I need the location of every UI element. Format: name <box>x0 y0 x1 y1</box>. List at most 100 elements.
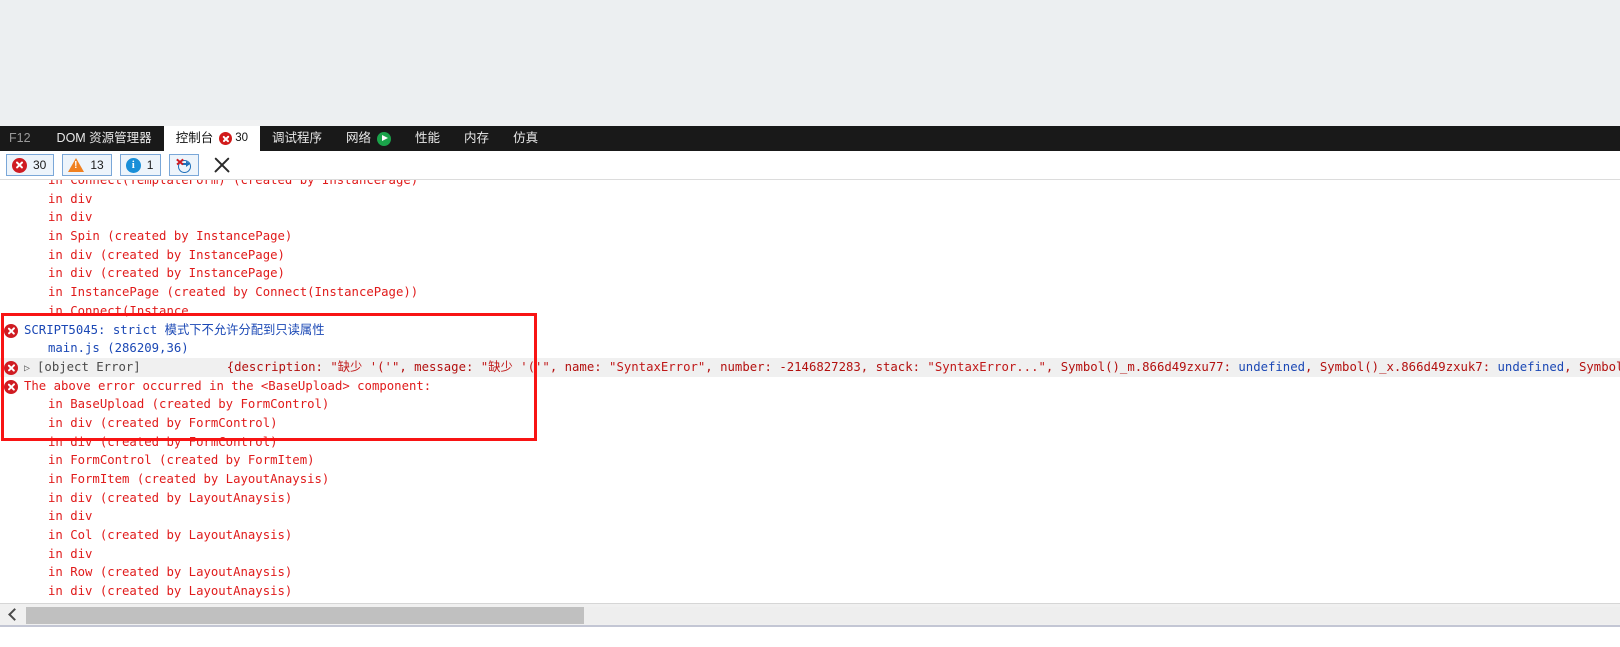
object-token: "SyntaxError..." <box>927 359 1046 374</box>
console-row-text: in div (created by InstancePage) <box>48 247 285 262</box>
object-token: "缺少 '('" <box>480 359 550 374</box>
console-row[interactable]: in div (created by LayoutAnaysis) <box>0 582 1620 601</box>
console-row-text: in BaseUpload (created by FormControl) <box>48 397 330 412</box>
warning-filter-button[interactable]: 13 <box>62 154 112 176</box>
object-token: undefined <box>1497 359 1565 374</box>
console-row-text: in div (created by LayoutAnaysis) <box>48 490 293 505</box>
tab-5[interactable]: 内存 <box>452 126 501 151</box>
tab-label: 仿真 <box>513 131 539 145</box>
console-row[interactable]: in div <box>0 507 1620 526</box>
object-token: , message: <box>399 359 481 374</box>
tab-label: DOM 资源管理器 <box>56 131 152 145</box>
console-row-text: in div (created by LayoutAnaysis) <box>48 584 293 599</box>
console-row-text: in div (created by InstancePage) <box>48 266 285 281</box>
console-row[interactable]: in Spin (created by InstancePage) <box>0 227 1620 246</box>
console-row[interactable]: in div <box>0 190 1620 209</box>
console-row-text: The above error occurred in the <BaseUpl… <box>24 378 432 393</box>
console-row[interactable]: SCRIPT5045: strict 模式下不允许分配到只读属性 <box>0 321 1620 340</box>
console-row-text: in div <box>48 509 93 524</box>
window-bottom-strip <box>0 625 1620 647</box>
console-row-text: in InstancePage (created by Connect(Inst… <box>48 285 419 300</box>
console-toolbar: 30 13 1 <box>0 151 1620 179</box>
clear-console-button[interactable] <box>209 153 235 177</box>
toggle-messages-button[interactable] <box>169 154 200 176</box>
console-row-text: in FormControl (created by FormItem) <box>48 453 315 468</box>
console-row[interactable]: The above error occurred in the <BaseUpl… <box>0 377 1620 396</box>
info-filter-button[interactable]: 1 <box>119 154 162 176</box>
console-row-text: in Connect(Instance <box>48 303 189 318</box>
console-row[interactable]: in div (created by FormControl) <box>0 433 1620 452</box>
object-token: undefined <box>1238 359 1306 374</box>
f12-label: F12 <box>9 131 31 145</box>
console-row[interactable]: in Connect(Instance <box>0 302 1620 321</box>
tab-label: 调试程序 <box>272 131 323 145</box>
play-icon <box>377 131 392 146</box>
tab-2[interactable]: 调试程序 <box>260 126 334 151</box>
console-row-text: in Connect(TemplateForm) (created by Ins… <box>48 179 419 187</box>
error-icon <box>219 132 233 145</box>
horizontal-scrollbar[interactable] <box>0 603 1620 626</box>
object-token: , stack: <box>860 359 928 374</box>
console-row-text: in div (created by FormControl) <box>48 434 278 449</box>
object-token: "缺少 '('" <box>330 359 400 374</box>
info-icon <box>125 157 141 173</box>
console-row[interactable]: in div (created by FormControl) <box>0 414 1620 433</box>
console-row[interactable]: in FormItem (created by LayoutAnaysis) <box>0 470 1620 489</box>
tab-4[interactable]: 性能 <box>403 126 452 151</box>
console-row[interactable]: main.js (286209,36) <box>0 339 1620 358</box>
console-row-text: main.js (286209,36) <box>48 341 189 356</box>
scrollbar-track[interactable] <box>584 606 1620 624</box>
console-row-text: in Spin (created by InstancePage) <box>48 229 293 244</box>
console-row-text: in div <box>48 210 93 225</box>
tab-0[interactable]: DOM 资源管理器 <box>45 126 164 151</box>
console-row[interactable]: in BaseUpload (created by FormControl) <box>0 395 1620 414</box>
tab-label: 性能 <box>415 131 441 145</box>
tab-label: 控制台 <box>175 131 214 145</box>
object-token: , number: <box>705 359 780 374</box>
page-backdrop-inner <box>0 0 1570 120</box>
tab-3[interactable]: 网络 <box>334 126 403 151</box>
info-count: 1 <box>146 158 154 172</box>
console-row[interactable]: in div <box>0 545 1620 564</box>
error-icon <box>4 379 18 394</box>
console-row[interactable]: in FormControl (created by FormItem) <box>0 451 1620 470</box>
page-backdrop <box>0 0 1620 126</box>
console-row-text: in FormItem (created by LayoutAnaysis) <box>48 472 330 486</box>
error-icon <box>4 360 18 375</box>
tab-label: 网络 <box>346 131 372 145</box>
object-token: -2146827283 <box>779 359 861 374</box>
toggle-messages-icon <box>175 157 193 173</box>
console-row[interactable]: in div (created by InstancePage) <box>0 246 1620 265</box>
scrollbar-thumb[interactable] <box>26 606 584 624</box>
console-row[interactable]: in div (created by LayoutAnaysis) <box>0 489 1620 508</box>
object-token: "SyntaxError" <box>609 359 706 374</box>
console-row-text: in Row (created by LayoutAnaysis) <box>48 565 293 580</box>
console-message-list: in Connect(TemplateForm) (created by Ins… <box>0 179 1620 604</box>
tab-1[interactable]: 控制台 30 <box>163 126 260 151</box>
console-row[interactable]: in div (created by InstancePage) <box>0 264 1620 283</box>
tab-6[interactable]: 仿真 <box>501 126 550 151</box>
devtools-tabstrip: F12 DOM 资源管理器 控制台 30 调试程序 网络 性能 内存 仿真 <box>0 126 1620 151</box>
console-output-pane[interactable]: in Connect(TemplateForm) (created by Ins… <box>0 179 1620 604</box>
object-token: , Symbol(__immutablehash__)_11.866d4 <box>1564 359 1620 374</box>
console-row[interactable]: ▷ [object Error] {description: "缺少 '('", m… <box>0 357 1620 377</box>
console-row[interactable]: in Connect(TemplateForm) (created by Ins… <box>0 179 1620 190</box>
console-row-text: in div (created by FormControl) <box>48 415 278 430</box>
object-token: , Symbol()_x.866d49zxuk7: <box>1305 359 1498 374</box>
console-row[interactable]: in Row (created by LayoutAnaysis) <box>0 563 1620 582</box>
console-row[interactable]: in InstancePage (created by Connect(Inst… <box>0 283 1620 302</box>
tab-label: 内存 <box>464 131 490 145</box>
object-token: , name: <box>549 359 610 374</box>
error-filter-button[interactable]: 30 <box>6 154 55 176</box>
chevron-left-icon[interactable] <box>0 604 26 626</box>
warning-icon <box>68 158 85 172</box>
console-row-text: SCRIPT5045: strict 模式下不允许分配到只读属性 <box>24 322 325 337</box>
tab-badge-count: 30 <box>235 132 248 144</box>
devtools-window: F12 DOM 资源管理器 控制台 30 调试程序 网络 性能 内存 仿真 30 13 1 <box>0 0 1620 647</box>
object-token: {description: <box>226 359 331 374</box>
console-row[interactable]: in Col (created by LayoutAnaysis) <box>0 526 1620 545</box>
console-row-text: in Col (created by LayoutAnaysis) <box>48 528 293 543</box>
console-row[interactable]: in div <box>0 208 1620 227</box>
error-count: 30 <box>33 158 47 172</box>
error-icon <box>12 157 27 173</box>
